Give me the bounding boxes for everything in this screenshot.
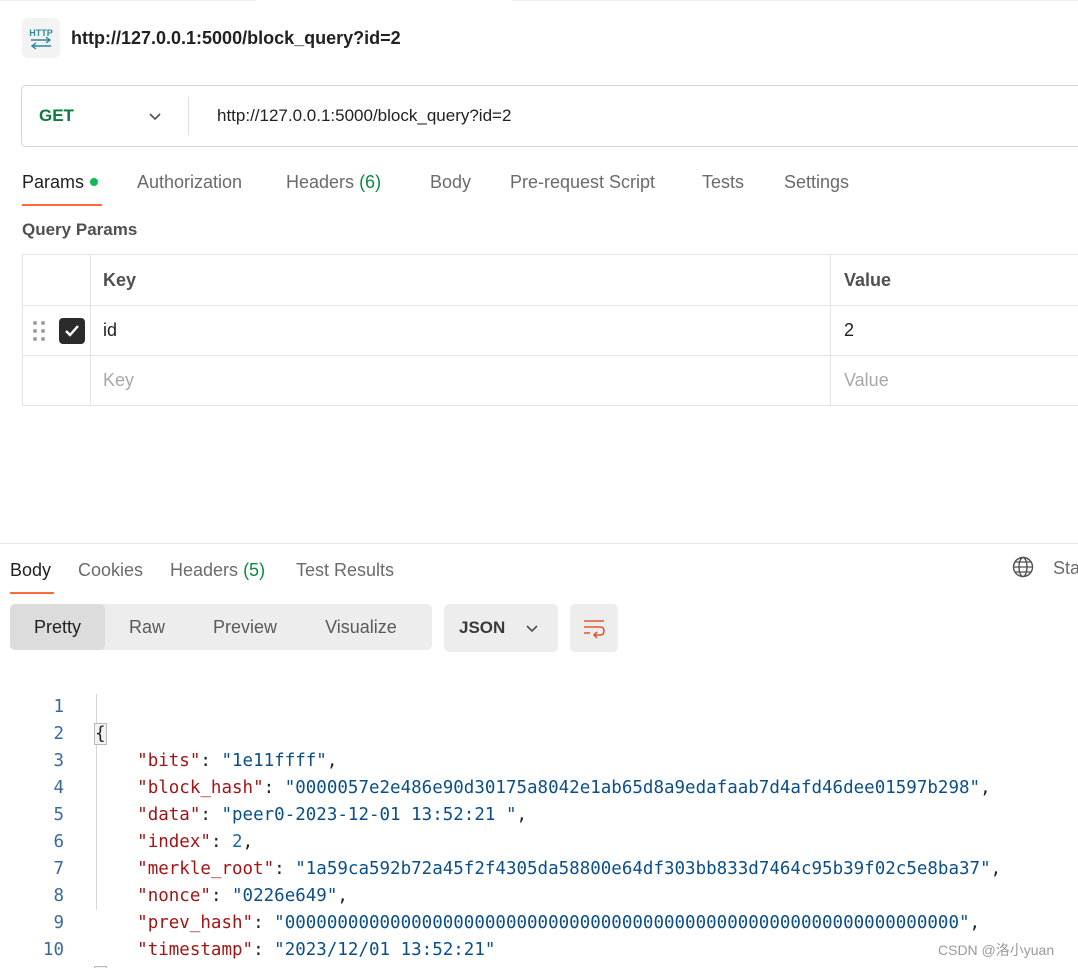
request-title[interactable]: http://127.0.0.1:5000/block_query?id=2 [71, 28, 401, 49]
format-select[interactable]: JSON [444, 604, 558, 652]
response-tab-headers[interactable]: Headers (5) [170, 548, 265, 594]
method-select[interactable]: GET [22, 86, 188, 146]
response-divider[interactable] [0, 543, 1078, 544]
response-tab-headers-count: (5) [243, 560, 266, 580]
wrap-lines-button[interactable] [570, 604, 618, 652]
code-line: 10 } [0, 910, 1078, 968]
view-preview-button[interactable]: Preview [189, 604, 301, 650]
tab-headers-label: Headers [286, 172, 355, 192]
tab-body[interactable]: Body [430, 160, 471, 206]
method-label: GET [39, 106, 74, 125]
chevron-down-icon [149, 113, 161, 121]
http-icon: HTTP [22, 18, 60, 58]
params-indicator-dot [90, 178, 99, 186]
status-label: Sta [1053, 558, 1078, 578]
code-line: 3 "block_hash": "0000057e2e486e90d30175a… [0, 721, 1078, 798]
table-header-row: Key Value [23, 255, 1078, 305]
line-number: 10 [42, 940, 64, 960]
response-tab-body[interactable]: Body [10, 548, 54, 594]
drag-handle-icon[interactable] [33, 320, 45, 341]
new-key-input[interactable]: Key [91, 356, 831, 405]
globe-icon[interactable] [1012, 556, 1034, 578]
tab-settings[interactable]: Settings [784, 160, 849, 206]
empty-controls-cell [23, 356, 91, 405]
query-params-title: Query Params [22, 220, 138, 239]
tab-params[interactable]: Params [22, 160, 102, 206]
watermark: CSDN @洛小yuan [938, 942, 1055, 958]
response-tab-headers-label: Headers [170, 560, 239, 580]
checkmark-icon [65, 324, 79, 337]
code-line: 8 "prev_hash": "000000000000000000000000… [0, 856, 1078, 933]
tab-headers[interactable]: Headers (6) [286, 160, 381, 206]
view-pretty-button[interactable]: Pretty [10, 604, 106, 650]
code-line: 2 "bits": "1e11ffff", [0, 694, 1078, 771]
tab-authorization[interactable]: Authorization [137, 160, 242, 206]
tab-pre-request-script[interactable]: Pre-request Script [510, 160, 655, 206]
tab-params-label: Params [22, 172, 85, 192]
param-enabled-checkbox[interactable] [59, 317, 85, 344]
code-line: 4 "data": "peer0-2023-12-01 13:52:21 ", [0, 748, 1078, 825]
tab-headers-count: (6) [359, 172, 382, 192]
response-tab-underline [10, 592, 54, 594]
url-input[interactable]: http://127.0.0.1:5000/block_query?id=2 [217, 106, 511, 126]
code-line: 1 { [0, 667, 1078, 745]
tab-tests[interactable]: Tests [702, 160, 744, 206]
request-header: HTTP http://127.0.0.1:5000/block_query?i… [22, 18, 401, 58]
code-line: 9 "timestamp": "2023/12/01 13:52:21" [0, 883, 1078, 960]
response-tab-cookies[interactable]: Cookies [78, 548, 143, 594]
code-line: 7 "nonce": "0226e649", [0, 829, 1078, 906]
param-key-cell[interactable]: id [91, 306, 831, 355]
url-divider [188, 97, 189, 135]
json-key: timestamp [147, 940, 243, 960]
response-code-viewer: 1 { 2 "bits": "1e11ffff", 3 "block_hash"… [0, 667, 1078, 968]
query-params-table: Key Value id 2 Key Value [22, 254, 1078, 406]
response-tabs: Body Cookies Headers (5) Test Results St… [10, 548, 1078, 594]
table-row-empty: Key Value [23, 355, 1078, 405]
new-value-input[interactable]: Value [831, 356, 1078, 405]
value-column-header: Value [844, 269, 892, 290]
url-bar: GET http://127.0.0.1:5000/block_query?id… [21, 85, 1078, 147]
svg-text:HTTP: HTTP [29, 28, 53, 38]
wrap-lines-icon [584, 620, 605, 639]
response-tab-body-label: Body [10, 560, 52, 580]
tab-active-underline [22, 204, 102, 206]
top-strip [0, 0, 1078, 1]
view-visualize-button[interactable]: Visualize [301, 604, 421, 650]
format-label: JSON [459, 618, 506, 637]
table-row: id 2 [23, 305, 1078, 355]
response-tab-test-results[interactable]: Test Results [296, 548, 394, 594]
code-line: 6 "merkle_root": "1a59ca592b72a45f2f4305… [0, 802, 1078, 879]
json-value[interactable]: "2023/12/01 13:52:21" [274, 940, 495, 960]
chevron-down-icon [526, 625, 538, 633]
header-blank-cell [23, 255, 91, 305]
active-tab-gap [256, 0, 512, 2]
param-value-cell[interactable]: 2 [831, 306, 1078, 355]
view-raw-button[interactable]: Raw [105, 604, 189, 650]
row-controls [23, 306, 91, 355]
code-line: 5 "index": 2, [0, 775, 1078, 852]
view-mode-control: Pretty Raw Preview Visualize [10, 604, 432, 650]
key-column-header: Key [91, 255, 831, 305]
